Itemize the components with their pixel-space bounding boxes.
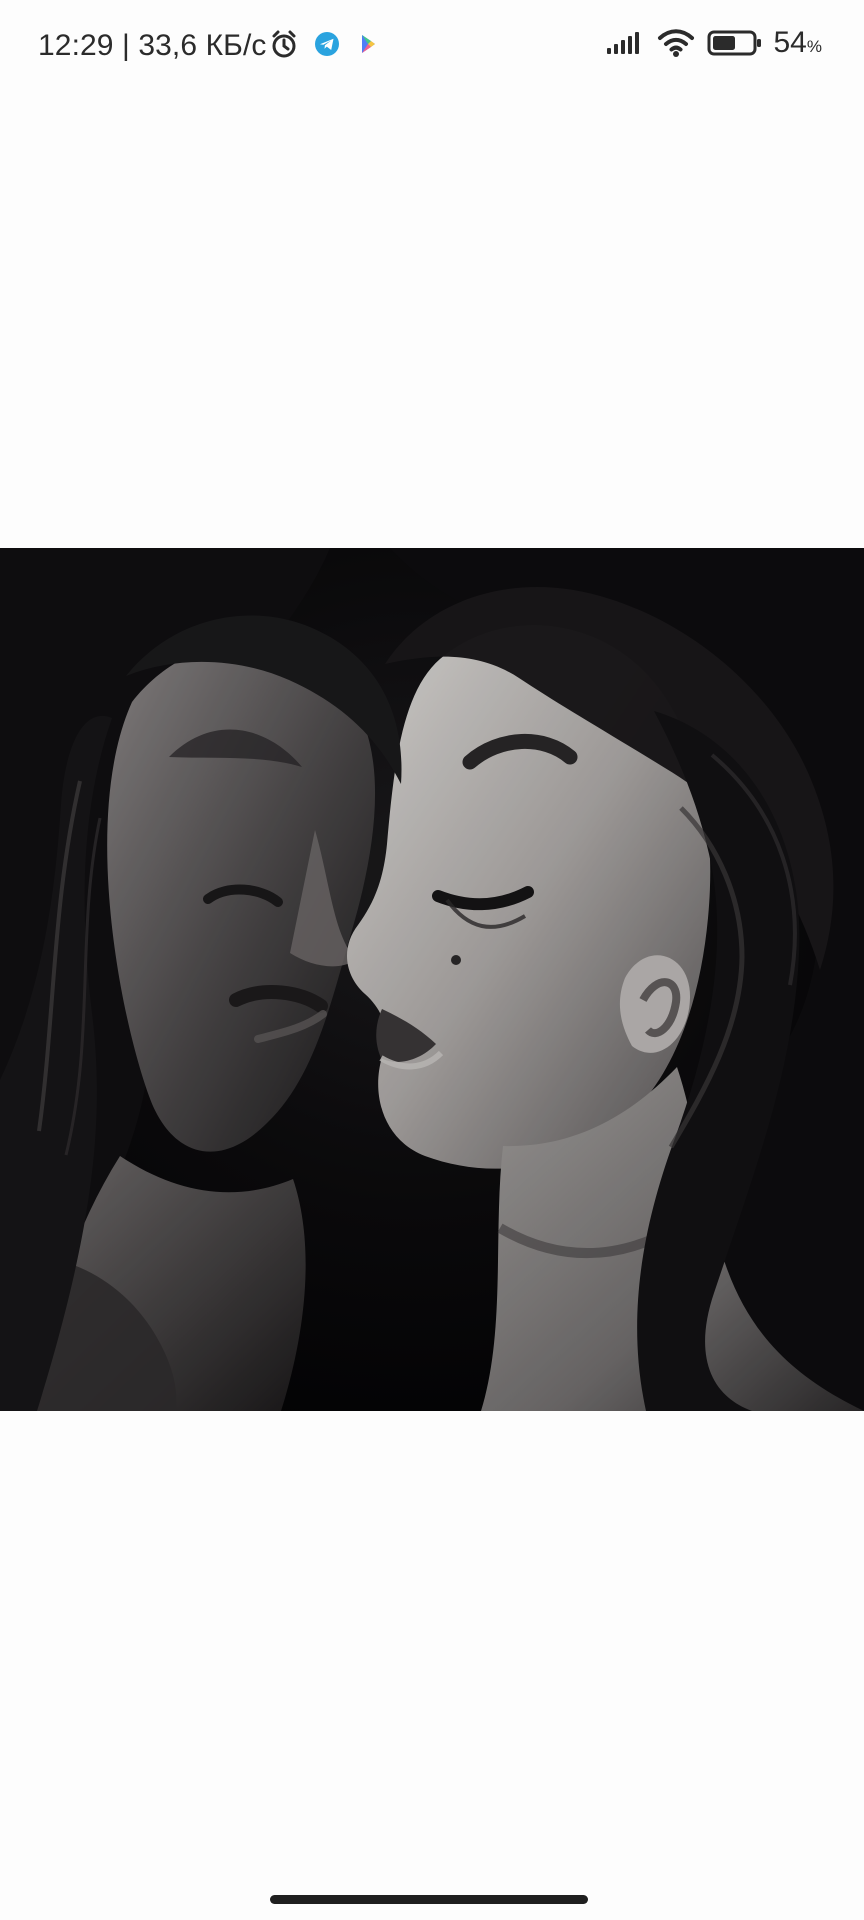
phone-screen: 12:29 | 33,6 КБ/с 54%: [0, 0, 864, 1920]
status-separator: |: [122, 29, 130, 62]
wifi-icon: [656, 27, 696, 64]
battery-icon: [706, 28, 764, 63]
time-and-speed: 12:29 | 33,6 КБ/с: [38, 28, 266, 64]
notification-icons: [268, 29, 382, 63]
status-time: 12:29: [38, 29, 114, 62]
battery-level: 54: [773, 26, 807, 59]
alarm-icon: [268, 28, 300, 65]
black-and-white-portrait-image: [0, 548, 864, 1411]
battery-unit: %: [806, 37, 822, 56]
battery-percentage: 54%: [774, 25, 823, 65]
telegram-icon: [312, 29, 342, 64]
system-status-icons: 54%: [604, 25, 823, 65]
status-bar: 12:29 | 33,6 КБ/с 54%: [0, 0, 864, 92]
play-store-icon: [354, 29, 382, 64]
signal-icon: [604, 29, 646, 62]
home-indicator[interactable]: [270, 1895, 588, 1904]
network-speed: 33,6 КБ/с: [138, 29, 267, 62]
photo-viewer[interactable]: [0, 548, 864, 1411]
